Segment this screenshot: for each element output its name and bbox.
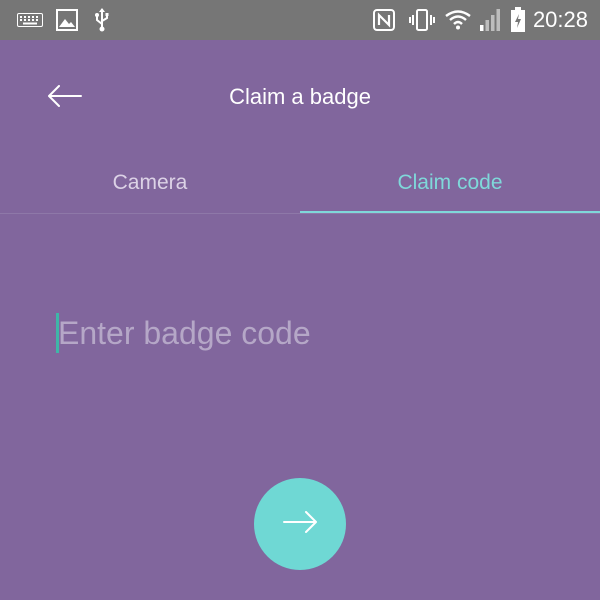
- tab-indicator: [300, 211, 600, 213]
- status-time: 20:28: [532, 7, 588, 32]
- wifi-icon: [444, 0, 472, 40]
- status-bar: 20:28: [0, 0, 600, 40]
- tab-bar: Camera Claim code: [0, 152, 600, 214]
- tab-claim-code[interactable]: Claim code: [300, 152, 600, 214]
- arrow-right-icon: [282, 510, 318, 538]
- tab-camera-label: Camera: [112, 171, 188, 194]
- page-title: Claim a badge: [229, 84, 371, 109]
- tab-claim-code-label: Claim code: [397, 171, 503, 194]
- keyboard-icon: [16, 0, 44, 40]
- tab-camera[interactable]: Camera: [0, 152, 300, 214]
- vibrate-icon: [408, 0, 436, 40]
- usb-icon: [92, 0, 112, 40]
- battery-icon: [508, 0, 528, 40]
- nfc-icon: [372, 0, 396, 40]
- submit-button[interactable]: [254, 478, 346, 570]
- badge-code-input[interactable]: [58, 308, 544, 358]
- badge-code-field: [56, 308, 546, 358]
- image-icon: [54, 0, 80, 40]
- signal-icon: [478, 0, 504, 40]
- app-bar: Claim a badge: [0, 40, 600, 152]
